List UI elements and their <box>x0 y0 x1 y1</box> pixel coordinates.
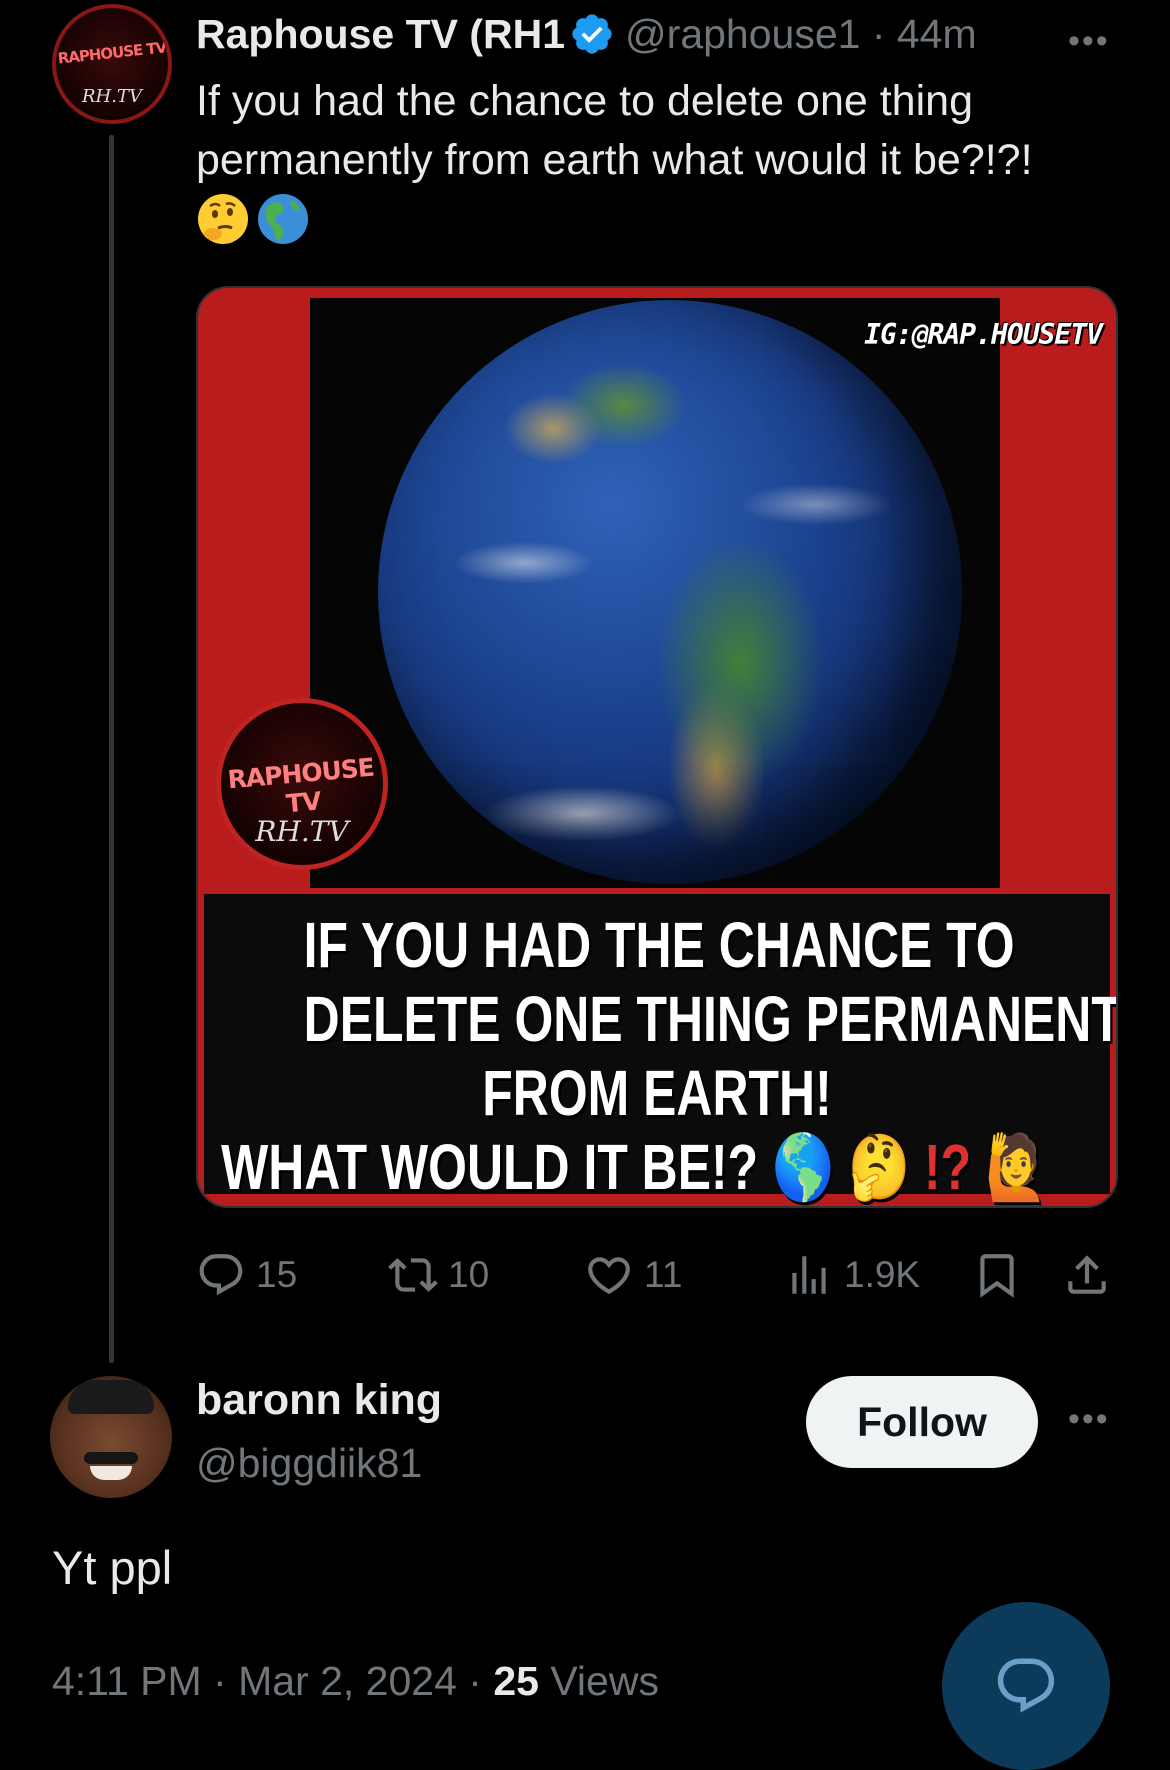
media-caption-block: IF YOU HAD THE CHANCE TO DELETE ONE THIN… <box>204 894 1118 1203</box>
author-avatar[interactable]: RAPHOUSE TV RH.TV <box>52 4 172 124</box>
avatar-logo-subtext: RH.TV <box>82 86 142 107</box>
repost-count: 10 <box>448 1254 490 1295</box>
caption-thinking-emoji-icon: 🤔 <box>848 1131 911 1203</box>
globe-americas-emoji-icon <box>256 192 310 246</box>
compose-reply-button[interactable] <box>942 1602 1110 1770</box>
share-icon <box>1068 1255 1106 1294</box>
media-caption-line-1: IF YOU HAD THE CHANCE TO <box>303 909 1015 981</box>
bookmark-action[interactable] <box>972 1250 1032 1300</box>
views-count: 1.9K <box>844 1254 921 1295</box>
media-caption-line-2: DELETE ONE THING PERMANENTLY <box>303 983 1118 1055</box>
reply-timestamp[interactable]: 4:11 PM · Mar 2, 2024 · <box>52 1658 493 1704</box>
more-options-icon[interactable]: ••• <box>1068 22 1110 61</box>
caption-red-punctuation: !? <box>924 1131 972 1203</box>
avatar-logo-text: RAPHOUSE TV <box>56 38 168 68</box>
earth-globe-image <box>378 300 962 884</box>
reply-meta-line: 4:11 PM · Mar 2, 2024 · 25 Views <box>52 1658 659 1705</box>
repost-action[interactable]: 10 <box>388 1250 489 1300</box>
reply-text: Yt ppl <box>52 1541 173 1594</box>
like-count: 11 <box>644 1254 683 1295</box>
reply-count: 15 <box>256 1254 298 1295</box>
heart-icon <box>588 1257 630 1295</box>
analytics-icon <box>792 1256 826 1294</box>
views-action[interactable]: 1.9K <box>784 1250 920 1300</box>
tweet-emoji-row <box>196 192 310 246</box>
tweet-text: If you had the chance to delete one thin… <box>196 77 1033 184</box>
verified-badge-icon <box>569 11 615 57</box>
reply-author-avatar[interactable] <box>50 1376 172 1498</box>
author-display-name[interactable]: Raphouse TV (RH1 <box>196 10 565 58</box>
author-handle-and-time[interactable]: @raphouse1 · 44m <box>625 10 977 58</box>
media-caption-question: WHAT WOULD IT BE!? <box>221 1131 759 1203</box>
reply-icon <box>199 1254 243 1296</box>
media-raphouse-logo: RAPHOUSE TV RH.TV <box>216 698 388 870</box>
reply-more-options-icon[interactable]: ••• <box>1068 1400 1110 1439</box>
tweet-header: Raphouse TV (RH1 @raphouse1 · 44m <box>196 10 977 58</box>
reply-author-handle[interactable]: @biggdiik81 <box>196 1440 422 1487</box>
thinking-face-emoji-icon <box>196 192 250 246</box>
tweet-action-bar: 15 10 11 1.9K <box>196 1250 1120 1302</box>
reply-views-count: 25 <box>493 1658 539 1704</box>
reply-views-label: Views <box>538 1658 659 1704</box>
repost-icon <box>388 1258 438 1292</box>
share-action[interactable] <box>1062 1250 1122 1300</box>
tweet-media-image[interactable]: IG:@RAP.HOUSETV RAPHOUSE TV RH.TV IF YOU… <box>196 286 1118 1208</box>
caption-raising-hand-emoji-icon: 🙋 <box>985 1131 1048 1203</box>
thread-connector-line <box>109 135 114 1363</box>
media-logo-subtext: RH.TV <box>255 815 349 848</box>
bookmark-icon <box>980 1254 1014 1298</box>
follow-button[interactable]: Follow <box>806 1376 1038 1468</box>
like-action[interactable]: 11 <box>584 1250 682 1300</box>
reply-action[interactable]: 15 <box>196 1250 297 1300</box>
media-caption-line-4: WHAT WOULD IT BE!? 🌎 🤔 !? 🙋 <box>204 1130 1047 1204</box>
media-caption-line-3: FROM EARTH! <box>482 1057 832 1129</box>
compose-reply-icon <box>997 1658 1055 1713</box>
media-logo-text: RAPHOUSE TV <box>226 752 375 819</box>
media-ig-tag: IG:@RAP.HOUSETV <box>864 318 1103 351</box>
reply-author-name[interactable]: baronn king <box>196 1376 442 1425</box>
caption-globe-emoji-icon: 🌎 <box>772 1131 835 1203</box>
